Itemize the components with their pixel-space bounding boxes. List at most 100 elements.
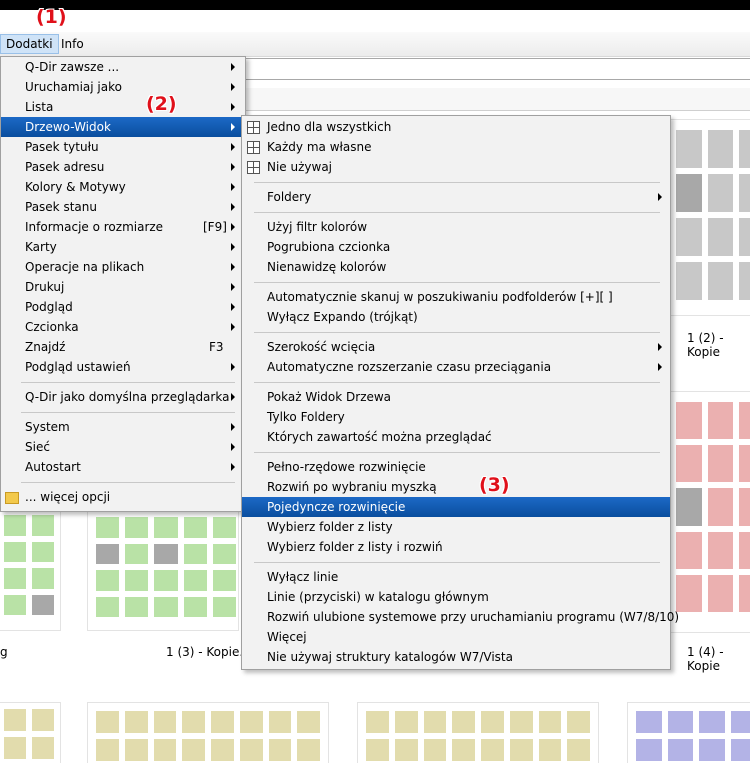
chevron-right-icon bbox=[231, 143, 235, 151]
submenu-item-nie-uzywaj-struktury[interactable]: Nie używaj struktury katalogów W7/Vista bbox=[242, 647, 670, 667]
menu-separator bbox=[21, 412, 235, 413]
menu-item-autostart[interactable]: Autostart bbox=[1, 457, 245, 477]
menu-item-czcionka[interactable]: Czcionka bbox=[1, 317, 245, 337]
menu-item-system[interactable]: System bbox=[1, 417, 245, 437]
menu-separator bbox=[254, 382, 660, 383]
submenu-item-wiecej[interactable]: Więcej bbox=[242, 627, 670, 647]
thumbnail-yellow-left[interactable] bbox=[0, 703, 60, 763]
submenu-item-pokaz-widok-drzewa[interactable]: Pokaż Widok Drzewa bbox=[242, 387, 670, 407]
file-caption[interactable]: 1 (2) - Kopie bbox=[687, 331, 750, 359]
submenu-item-uzyj-filtr-kolorow[interactable]: Użyj filtr kolorów bbox=[242, 217, 670, 237]
file-caption[interactable]: 1 (4) - Kopie bbox=[687, 645, 750, 673]
menu-info[interactable]: Info bbox=[56, 35, 89, 53]
chevron-right-icon bbox=[658, 363, 662, 371]
menu-separator bbox=[21, 482, 235, 483]
submenu-item-nienawidze-kolorow[interactable]: Nienawidzę kolorów bbox=[242, 257, 670, 277]
menu-item-pasek-tytulu[interactable]: Pasek tytułu bbox=[1, 137, 245, 157]
chevron-right-icon bbox=[231, 463, 235, 471]
chevron-right-icon bbox=[231, 183, 235, 191]
menu-item-qdir-domyslna[interactable]: Q-Dir jako domyślna przeglądarka bbox=[1, 387, 245, 407]
chevron-right-icon bbox=[658, 193, 662, 201]
menu-item-siec[interactable]: Sieć bbox=[1, 437, 245, 457]
menu-separator bbox=[21, 382, 235, 383]
chevron-right-icon bbox=[231, 423, 235, 431]
menu-item-wiecej-opcji[interactable]: ... więcej opcji bbox=[1, 487, 245, 507]
submenu-item-wylacz-expando[interactable]: Wyłącz Expando (trójkąt) bbox=[242, 307, 670, 327]
menubar: Dodatki Info bbox=[0, 32, 750, 57]
annotation-marker: (2) bbox=[146, 93, 177, 115]
submenu-item-foldery[interactable]: Foldery bbox=[242, 187, 670, 207]
chevron-right-icon bbox=[231, 63, 235, 71]
submenu-item-wybierz-folder-i-rozwin[interactable]: Wybierz folder z listy i rozwiń bbox=[242, 537, 670, 557]
menu-item-qdir-zawsze[interactable]: Q-Dir zawsze ... bbox=[1, 57, 245, 77]
annotation-marker: (3) bbox=[479, 474, 510, 496]
menu-separator bbox=[254, 282, 660, 283]
folder-icon bbox=[5, 492, 19, 504]
chevron-right-icon bbox=[231, 443, 235, 451]
tree-grid-icon bbox=[247, 121, 260, 134]
submenu-item-ktorych-zawartosc[interactable]: Których zawartość można przeglądać bbox=[242, 427, 670, 447]
menu-item-podglad[interactable]: Podgląd bbox=[1, 297, 245, 317]
submenu-item-pojedyncze-rozwiniecie[interactable]: Pojedyncze rozwinięcie bbox=[242, 497, 670, 517]
submenu-item-pelno-rzedowe[interactable]: Pełno-rzędowe rozwinięcie bbox=[242, 457, 670, 477]
thumbnail-blue[interactable] bbox=[628, 703, 750, 763]
thumbnail-green-left[interactable] bbox=[0, 505, 60, 630]
submenu-item-tylko-foldery[interactable]: Tylko Foldery bbox=[242, 407, 670, 427]
menu-separator bbox=[254, 182, 660, 183]
window-top-border bbox=[0, 0, 750, 10]
menu-separator bbox=[254, 332, 660, 333]
submenu-item-kazdy-ma-wlasne[interactable]: Każdy ma własne bbox=[242, 137, 670, 157]
chevron-right-icon bbox=[231, 283, 235, 291]
shortcut-label: [F9] bbox=[203, 220, 227, 234]
thumbnail-yellow-2[interactable] bbox=[358, 703, 598, 763]
submenu-item-wybierz-folder[interactable]: Wybierz folder z listy bbox=[242, 517, 670, 537]
menu-item-operacje-na-plikach[interactable]: Operacje na plikach bbox=[1, 257, 245, 277]
menu-item-znajdz[interactable]: Znajdź F3 bbox=[1, 337, 245, 357]
file-caption[interactable]: g bbox=[0, 645, 8, 659]
chevron-right-icon bbox=[231, 303, 235, 311]
menu-item-karty[interactable]: Karty bbox=[1, 237, 245, 257]
chevron-right-icon bbox=[658, 343, 662, 351]
address-bar[interactable] bbox=[238, 58, 750, 80]
menu-item-pasek-adresu[interactable]: Pasek adresu bbox=[1, 157, 245, 177]
submenu-item-nie-uzywaj[interactable]: Nie używaj bbox=[242, 157, 670, 177]
thumbnail-green[interactable] bbox=[88, 505, 238, 630]
menu-separator bbox=[254, 562, 660, 563]
menu-dodatki[interactable]: Dodatki bbox=[0, 34, 59, 54]
chevron-right-icon bbox=[231, 163, 235, 171]
chevron-right-icon bbox=[231, 203, 235, 211]
drzewo-widok-submenu: Jedno dla wszystkich Każdy ma własne Nie… bbox=[241, 115, 679, 670]
tree-grid-icon bbox=[247, 161, 260, 174]
menu-item-uruchamiaj-jako[interactable]: Uruchamiaj jako bbox=[1, 77, 245, 97]
menu-item-kolory-motywy[interactable]: Kolory & Motywy bbox=[1, 177, 245, 197]
thumbnail-gray[interactable] bbox=[668, 120, 750, 315]
menu-item-informacje-o-rozmiarze[interactable]: Informacje o rozmiarze [F9] bbox=[1, 217, 245, 237]
tree-grid-icon bbox=[247, 141, 260, 154]
menu-item-pasek-stanu[interactable]: Pasek stanu bbox=[1, 197, 245, 217]
menu-item-lista[interactable]: Lista bbox=[1, 97, 245, 117]
thumbnail-yellow[interactable] bbox=[88, 703, 328, 763]
file-caption[interactable]: 1 (3) - Kopie.p bbox=[166, 645, 251, 659]
dodatki-menu: Q-Dir zawsze ... Uruchamiaj jako Lista D… bbox=[0, 56, 246, 512]
submenu-item-rozwin-po-wybraniu[interactable]: Rozwiń po wybraniu myszką bbox=[242, 477, 670, 497]
thumbnail-red[interactable] bbox=[668, 392, 750, 632]
menu-separator bbox=[254, 212, 660, 213]
submenu-item-wylacz-linie[interactable]: Wyłącz linie bbox=[242, 567, 670, 587]
chevron-right-icon bbox=[231, 103, 235, 111]
menu-item-drukuj[interactable]: Drukuj bbox=[1, 277, 245, 297]
submenu-item-linie-w-katalogu[interactable]: Linie (przyciski) w katalogu głównym bbox=[242, 587, 670, 607]
chevron-right-icon bbox=[231, 263, 235, 271]
shortcut-label: F3 bbox=[209, 340, 224, 354]
submenu-item-szerokosc-wciecia[interactable]: Szerokość wcięcia bbox=[242, 337, 670, 357]
menu-separator bbox=[254, 452, 660, 453]
submenu-item-automatycznie-skanuj[interactable]: Automatycznie skanuj w poszukiwaniu podf… bbox=[242, 287, 670, 307]
menu-item-podglad-ustawien[interactable]: Podgląd ustawień bbox=[1, 357, 245, 377]
submenu-item-pogrubiona-czcionka[interactable]: Pogrubiona czcionka bbox=[242, 237, 670, 257]
chevron-right-icon bbox=[231, 243, 235, 251]
chevron-right-icon bbox=[231, 223, 235, 231]
submenu-item-jedno-dla-wszystkich[interactable]: Jedno dla wszystkich bbox=[242, 117, 670, 137]
chevron-right-icon bbox=[231, 363, 235, 371]
menu-item-drzewo-widok[interactable]: Drzewo-Widok bbox=[1, 117, 245, 137]
submenu-item-automatyczne-rozszerzanie[interactable]: Automatyczne rozszerzanie czasu przeciąg… bbox=[242, 357, 670, 377]
submenu-item-rozwin-ulubione[interactable]: Rozwiń ulubione systemowe przy uruchamia… bbox=[242, 607, 679, 627]
